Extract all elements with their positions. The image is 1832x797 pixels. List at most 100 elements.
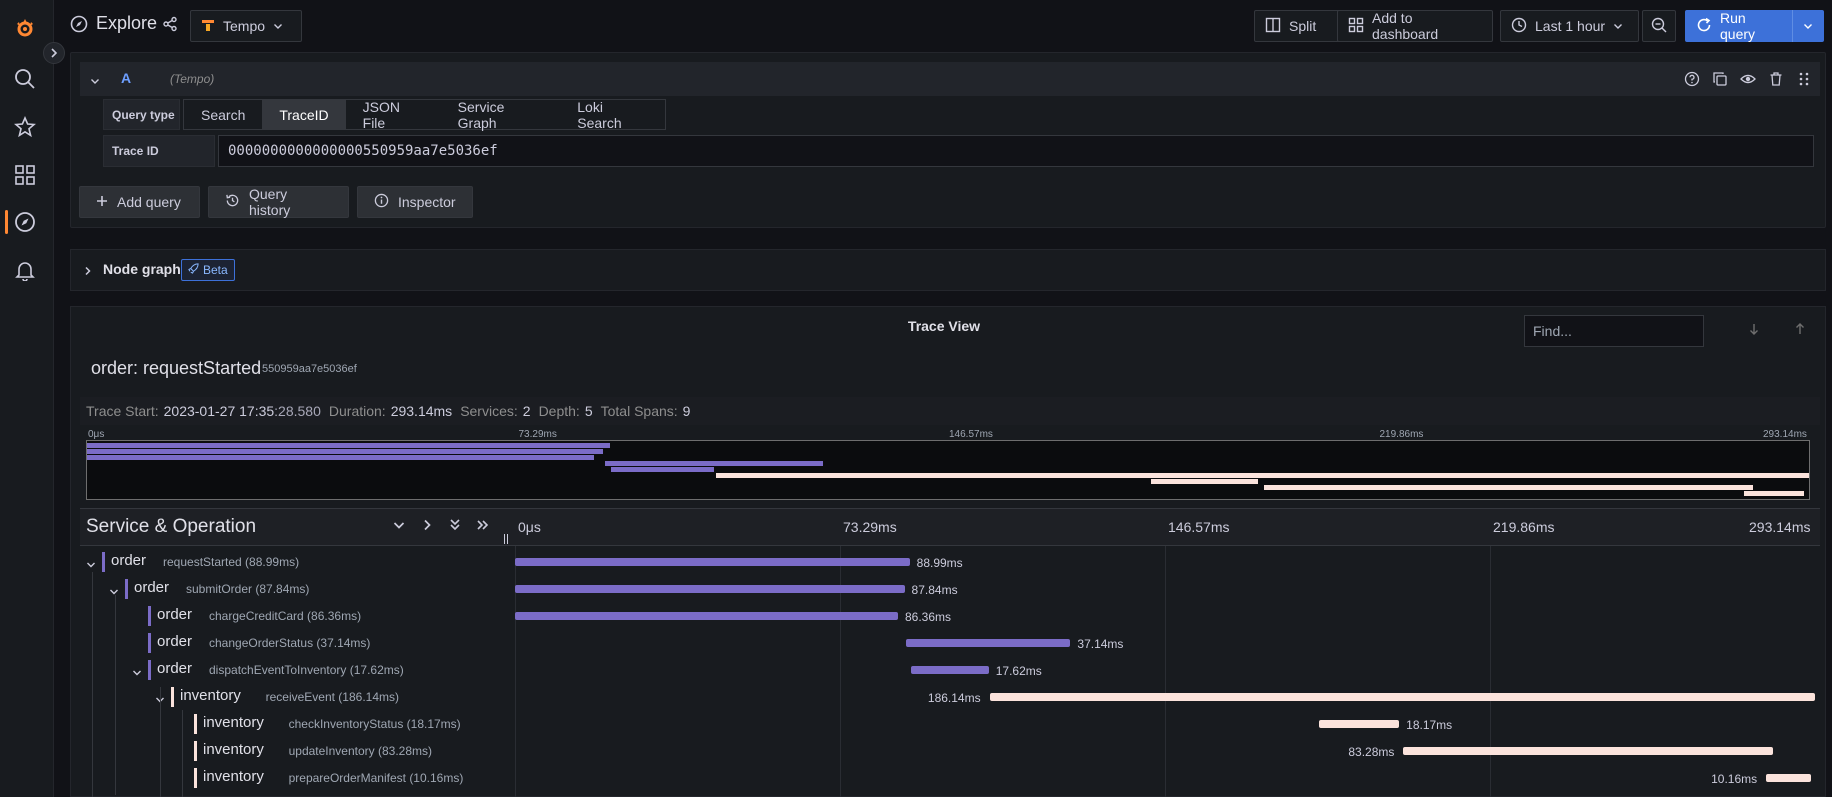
span-timeline-bar[interactable] — [1766, 774, 1812, 782]
find-prev-arrow-icon[interactable] — [1794, 322, 1806, 339]
trace-find-input[interactable]: Find... — [1524, 315, 1704, 347]
add-query-button[interactable]: Add query — [79, 186, 200, 218]
service-color-bar — [125, 579, 128, 599]
span-expand-chevron-icon[interactable] — [132, 665, 142, 681]
span-expand-chevron-icon[interactable] — [86, 557, 96, 573]
span-timeline-bar[interactable] — [905, 639, 1071, 647]
node-graph-collapsible[interactable] — [70, 249, 1826, 291]
timeline-tick-label: 73.29ms — [843, 519, 897, 535]
trace-start-ms: :28.580 — [274, 403, 321, 419]
span-duration-label: 17.62ms — [995, 664, 1042, 678]
timeline-grid-line — [1165, 546, 1166, 797]
node-graph-label[interactable]: Node graph — [103, 261, 181, 277]
datasource-picker[interactable]: Tempo — [190, 10, 302, 42]
eye-icon[interactable] — [1740, 71, 1756, 90]
run-query-button[interactable]: Run query — [1685, 10, 1824, 42]
span-operation-name[interactable]: prepareOrderManifest (10.16ms) — [289, 771, 464, 785]
span-service-name[interactable]: inventory — [203, 768, 264, 785]
span-service-name[interactable]: inventory — [203, 714, 264, 731]
tree-guide-line — [92, 572, 93, 797]
service-color-bar — [194, 741, 197, 761]
refresh-icon — [1696, 17, 1712, 36]
span-operation-name[interactable]: requestStarted (88.99ms) — [163, 555, 299, 569]
help-icon[interactable] — [1684, 71, 1700, 90]
expand-one-icon[interactable] — [420, 518, 434, 535]
query-type-traceid[interactable]: TraceID — [262, 100, 346, 129]
span-service-name[interactable]: order — [157, 660, 192, 677]
span-timeline-bar[interactable] — [1318, 720, 1400, 728]
column-resizer-icon[interactable] — [503, 532, 509, 548]
span-service-name[interactable]: inventory — [203, 741, 264, 758]
collapse-one-icon[interactable] — [392, 518, 406, 535]
span-service-name[interactable]: order — [134, 579, 169, 596]
collapse-query-chevron-icon[interactable] — [90, 73, 100, 89]
minimap-span-bar — [1744, 491, 1804, 496]
query-type-label: Query type — [103, 99, 180, 130]
find-next-arrow-icon[interactable] — [1748, 322, 1760, 339]
trace-id-short: 550959aa7e5036ef — [262, 363, 357, 375]
add-to-dashboard-button[interactable]: Add to dashboard — [1337, 10, 1493, 42]
explore-compass-icon[interactable] — [12, 209, 38, 235]
query-history-button[interactable]: Query history — [208, 186, 349, 218]
span-operation-name[interactable]: receiveEvent (186.14ms) — [266, 690, 399, 704]
query-type-search[interactable]: Search — [184, 100, 262, 129]
grafana-logo-icon[interactable] — [12, 15, 38, 41]
span-timeline-bar[interactable] — [515, 585, 905, 593]
alerting-bell-icon[interactable] — [12, 257, 38, 283]
tree-guide-line — [182, 710, 183, 797]
minimap-tick-label: 73.29ms — [518, 429, 557, 440]
inspector-button[interactable]: Inspector — [357, 186, 473, 218]
trace-id-input[interactable]: 0000000000000000550959aa7e5036ef — [218, 135, 1814, 167]
minimap-tick-label: 293.14ms — [1763, 429, 1807, 440]
star-icon[interactable] — [12, 114, 38, 140]
span-expand-chevron-icon[interactable] — [109, 584, 119, 600]
span-duration-label: 37.14ms — [1077, 637, 1124, 651]
add-to-dashboard-label: Add to dashboard — [1372, 10, 1439, 42]
query-type-loki-search[interactable]: Loki Search — [560, 99, 665, 131]
span-service-name[interactable]: inventory — [180, 687, 241, 704]
zoom-out-button[interactable] — [1642, 10, 1676, 42]
span-timeline-bar[interactable] — [515, 558, 910, 566]
drag-handle-icon[interactable] — [1796, 71, 1812, 90]
span-operation-name[interactable]: changeOrderStatus (37.14ms) — [209, 636, 370, 650]
span-service-name[interactable]: order — [111, 552, 146, 569]
timeline-tick-label: 146.57ms — [1168, 519, 1230, 535]
service-color-bar — [148, 606, 151, 626]
timeline-tick-label: 219.86ms — [1493, 519, 1555, 535]
span-operation-name[interactable]: dispatchEventToInventory (17.62ms) — [209, 663, 404, 677]
history-icon — [225, 193, 240, 211]
run-query-dropdown-icon[interactable] — [1792, 10, 1813, 42]
depth-value: 5 — [584, 403, 593, 419]
time-range-picker[interactable]: Last 1 hour — [1500, 10, 1639, 42]
share-icon[interactable] — [162, 16, 178, 35]
span-timeline-bar[interactable] — [515, 612, 898, 620]
span-operation-name[interactable]: checkInventoryStatus (18.17ms) — [289, 717, 461, 731]
duplicate-icon[interactable] — [1712, 71, 1728, 90]
info-circle-icon — [374, 193, 389, 211]
rocket-icon — [188, 263, 199, 277]
run-query-label: Run query — [1720, 10, 1756, 42]
span-timeline-bar[interactable] — [989, 693, 1815, 701]
minimap-span-bar — [610, 467, 715, 472]
nav-expand-chevron-icon[interactable] — [43, 42, 65, 64]
span-service-name[interactable]: order — [157, 633, 192, 650]
span-service-name[interactable]: order — [157, 606, 192, 623]
query-type-json-file[interactable]: JSON File — [346, 99, 441, 131]
service-color-bar — [148, 633, 151, 653]
split-button[interactable]: Split — [1254, 10, 1344, 42]
span-timeline-bar[interactable] — [910, 666, 989, 674]
chevron-right-icon[interactable] — [83, 263, 93, 279]
expand-all-icon[interactable] — [476, 518, 490, 535]
service-operation-header: Service & Operation — [86, 516, 257, 537]
span-timeline-bar[interactable] — [1403, 747, 1773, 755]
query-ref-id[interactable]: A — [121, 70, 131, 86]
trash-icon[interactable] — [1768, 71, 1784, 90]
dashboards-grid-icon[interactable] — [12, 162, 38, 188]
query-type-service-graph[interactable]: Service Graph — [441, 99, 561, 131]
span-operation-name[interactable]: chargeCreditCard (86.36ms) — [209, 609, 361, 623]
span-operation-name[interactable]: updateInventory (83.28ms) — [289, 744, 432, 758]
span-operation-name[interactable]: submitOrder (87.84ms) — [186, 582, 309, 596]
search-icon[interactable] — [12, 66, 38, 92]
collapse-all-icon[interactable] — [448, 518, 462, 535]
minimap-tick-label: 0μs — [88, 429, 105, 440]
